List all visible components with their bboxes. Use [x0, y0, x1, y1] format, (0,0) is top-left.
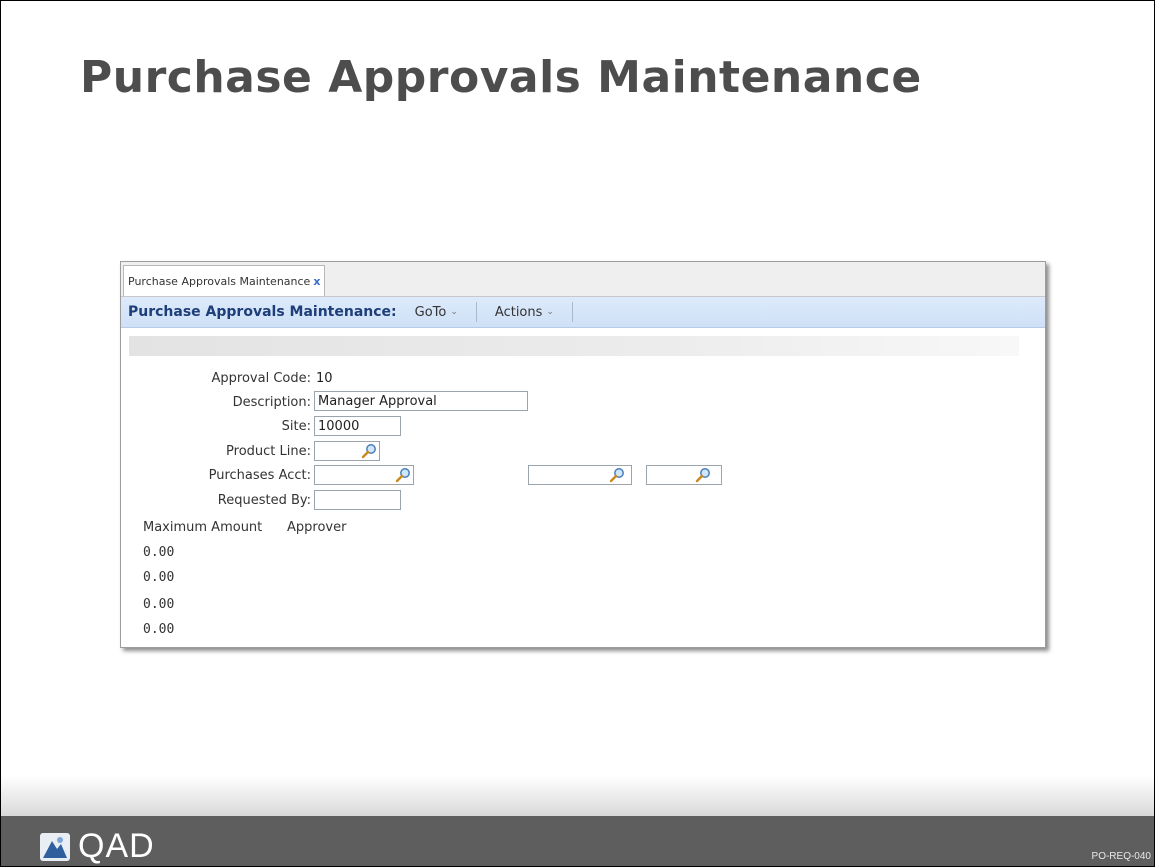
amount-row: 0.00 [143, 597, 175, 612]
purchases-acct-label: Purchases Acct: [208, 468, 311, 483]
site-field[interactable]: 10000 [314, 416, 401, 436]
actions-menu[interactable]: Actions ⌄ [495, 305, 554, 320]
chevron-down-icon: ⌄ [450, 307, 458, 317]
search-icon[interactable] [609, 467, 625, 483]
maximum-amount-header: Maximum Amount [143, 520, 263, 535]
goto-label: GoTo [414, 304, 447, 320]
toolbar: Purchase Approvals Maintenance: GoTo ⌄ A… [121, 297, 1045, 328]
footer-bar [1, 816, 1154, 866]
approval-code-value: 10 [316, 371, 333, 386]
qad-logo: QAD [40, 827, 155, 866]
tab-purchase-approvals[interactable]: Purchase Approvals Maintenance x [123, 265, 326, 296]
chevron-down-icon: ⌄ [546, 307, 554, 317]
slide-title: Purchase Approvals Maintenance [80, 52, 922, 103]
qad-logo-icon [40, 832, 70, 861]
amount-row: 0.00 [143, 545, 175, 560]
close-icon[interactable]: x [313, 275, 320, 288]
app-window: Purchase Approvals Maintenance x Purchas… [120, 261, 1046, 648]
search-icon[interactable] [695, 467, 711, 483]
product-line-label: Product Line: [226, 444, 311, 459]
tab-label: Purchase Approvals Maintenance [128, 274, 311, 288]
requested-by-field[interactable] [314, 490, 401, 510]
amount-row: 0.00 [143, 570, 175, 585]
description-field[interactable]: Manager Approval [314, 391, 528, 411]
slide-id: PO-REQ-040 [1091, 851, 1151, 862]
toolbar-title: Purchase Approvals Maintenance: [128, 304, 397, 320]
amount-row: 0.00 [143, 622, 175, 637]
tab-strip: Purchase Approvals Maintenance x [121, 262, 1045, 297]
qad-logo-text: QAD [78, 827, 155, 865]
requested-by-label: Requested By: [217, 493, 311, 508]
site-label: Site: [281, 419, 311, 434]
goto-menu[interactable]: GoTo ⌄ [415, 305, 458, 320]
header-band [129, 336, 1019, 356]
search-icon[interactable] [361, 443, 377, 459]
approval-code-label: Approval Code: [211, 371, 311, 386]
approver-header: Approver [287, 520, 347, 535]
search-icon[interactable] [395, 467, 411, 483]
description-label: Description: [232, 395, 311, 410]
toolbar-divider [571, 302, 573, 322]
toolbar-divider [475, 302, 477, 322]
footer-shade [1, 776, 1154, 816]
actions-label: Actions [494, 304, 543, 320]
